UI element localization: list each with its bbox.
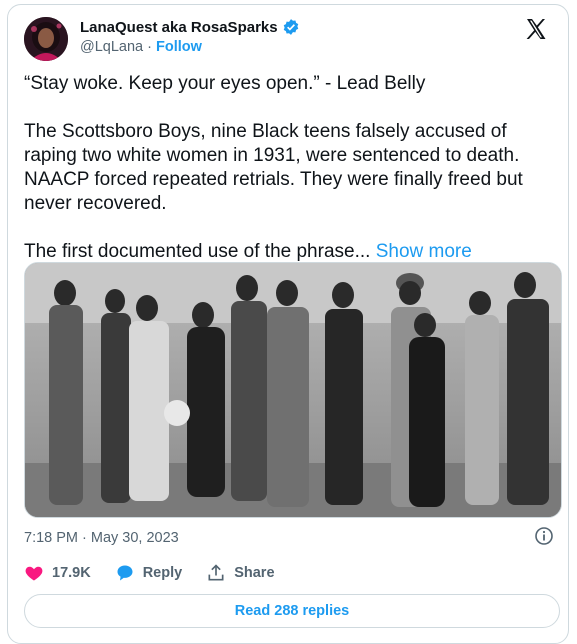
tweet-actions: 17.9K Reply Share — [24, 563, 299, 583]
author-name-row[interactable]: LanaQuest aka RosaSparks — [80, 18, 300, 36]
tweet-timestamp[interactable]: 7:18 PM · May 30, 2023 — [24, 530, 179, 546]
follow-button[interactable]: Follow — [156, 39, 202, 55]
like-button[interactable]: 17.9K — [24, 563, 91, 583]
share-icon — [208, 564, 224, 581]
avatar[interactable] — [24, 17, 68, 61]
tweet-paragraph-truncated: The first documented use of the phrase..… — [24, 240, 544, 264]
x-logo-icon[interactable] — [524, 17, 548, 41]
author-handle[interactable]: @LqLana — [80, 39, 143, 55]
tweet-card: LanaQuest aka RosaSparks @LqLana · Follo… — [7, 4, 569, 644]
tweet-paragraph: The first documented use of the phrase..… — [24, 241, 376, 262]
separator: · — [147, 39, 152, 55]
heart-icon — [25, 566, 43, 581]
reply-icon — [117, 565, 133, 581]
share-button[interactable]: Share — [206, 563, 275, 583]
tweet-photo[interactable] — [24, 262, 562, 518]
like-count: 17.9K — [52, 565, 91, 581]
author-name[interactable]: LanaQuest aka RosaSparks — [80, 19, 278, 36]
tweet-paragraph: The Scottsboro Boys, nine Black teens fa… — [24, 121, 523, 214]
info-icon[interactable] — [534, 526, 554, 546]
tweet-text: “Stay woke. Keep your eyes open.” - Lead… — [24, 72, 544, 288]
show-more-link[interactable]: Show more — [376, 241, 472, 262]
reply-button[interactable]: Reply — [115, 563, 183, 583]
share-label: Share — [234, 565, 275, 581]
read-replies-button[interactable]: Read 288 replies — [24, 594, 560, 628]
verified-badge-icon — [282, 18, 300, 36]
tweet-paragraph: “Stay woke. Keep your eyes open.” - Lead… — [24, 73, 426, 94]
handle-row: @LqLana · Follow — [80, 39, 202, 55]
reply-label: Reply — [142, 565, 183, 581]
